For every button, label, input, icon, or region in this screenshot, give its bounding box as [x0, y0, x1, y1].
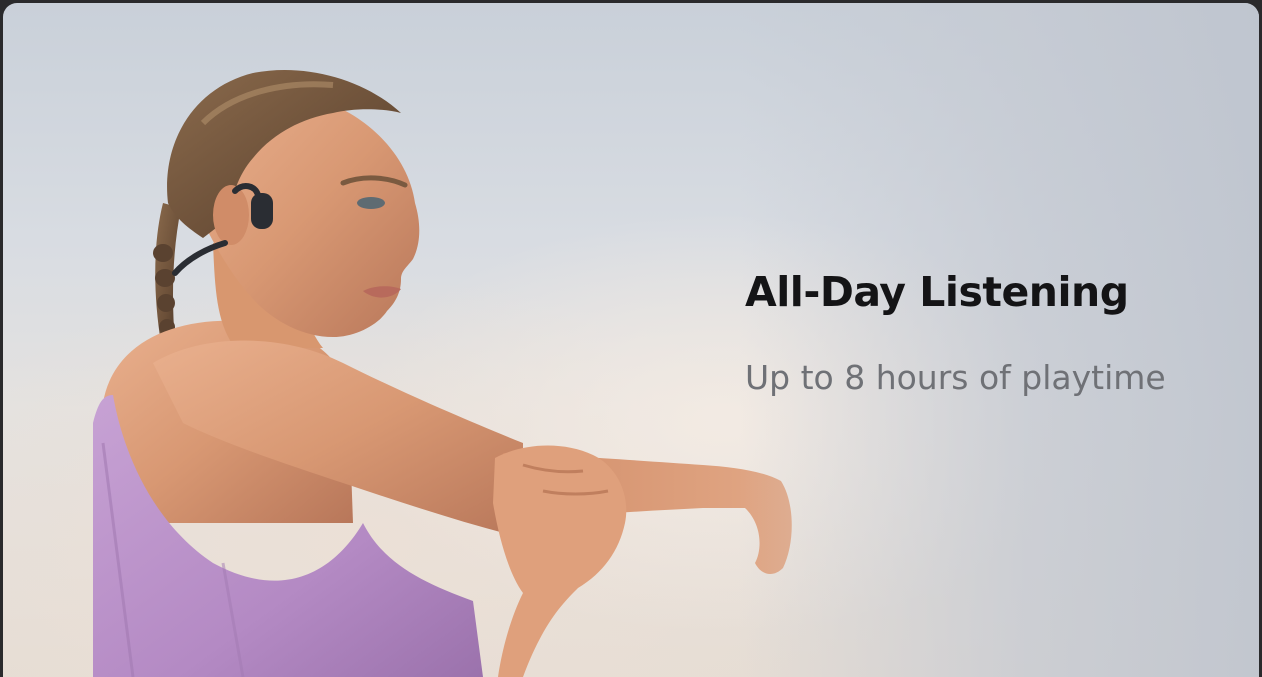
ear — [213, 185, 249, 245]
feature-banner: All-Day Listening Up to 8 hours of playt… — [3, 3, 1259, 677]
eye — [357, 197, 385, 209]
feature-copy: All-Day Listening Up to 8 hours of playt… — [745, 265, 1166, 399]
athlete-stretching-photo — [93, 69, 792, 677]
feature-headline: All-Day Listening — [745, 268, 1129, 316]
gripping-hand — [493, 445, 627, 677]
feature-subhead: Up to 8 hours of playtime — [745, 358, 1166, 397]
